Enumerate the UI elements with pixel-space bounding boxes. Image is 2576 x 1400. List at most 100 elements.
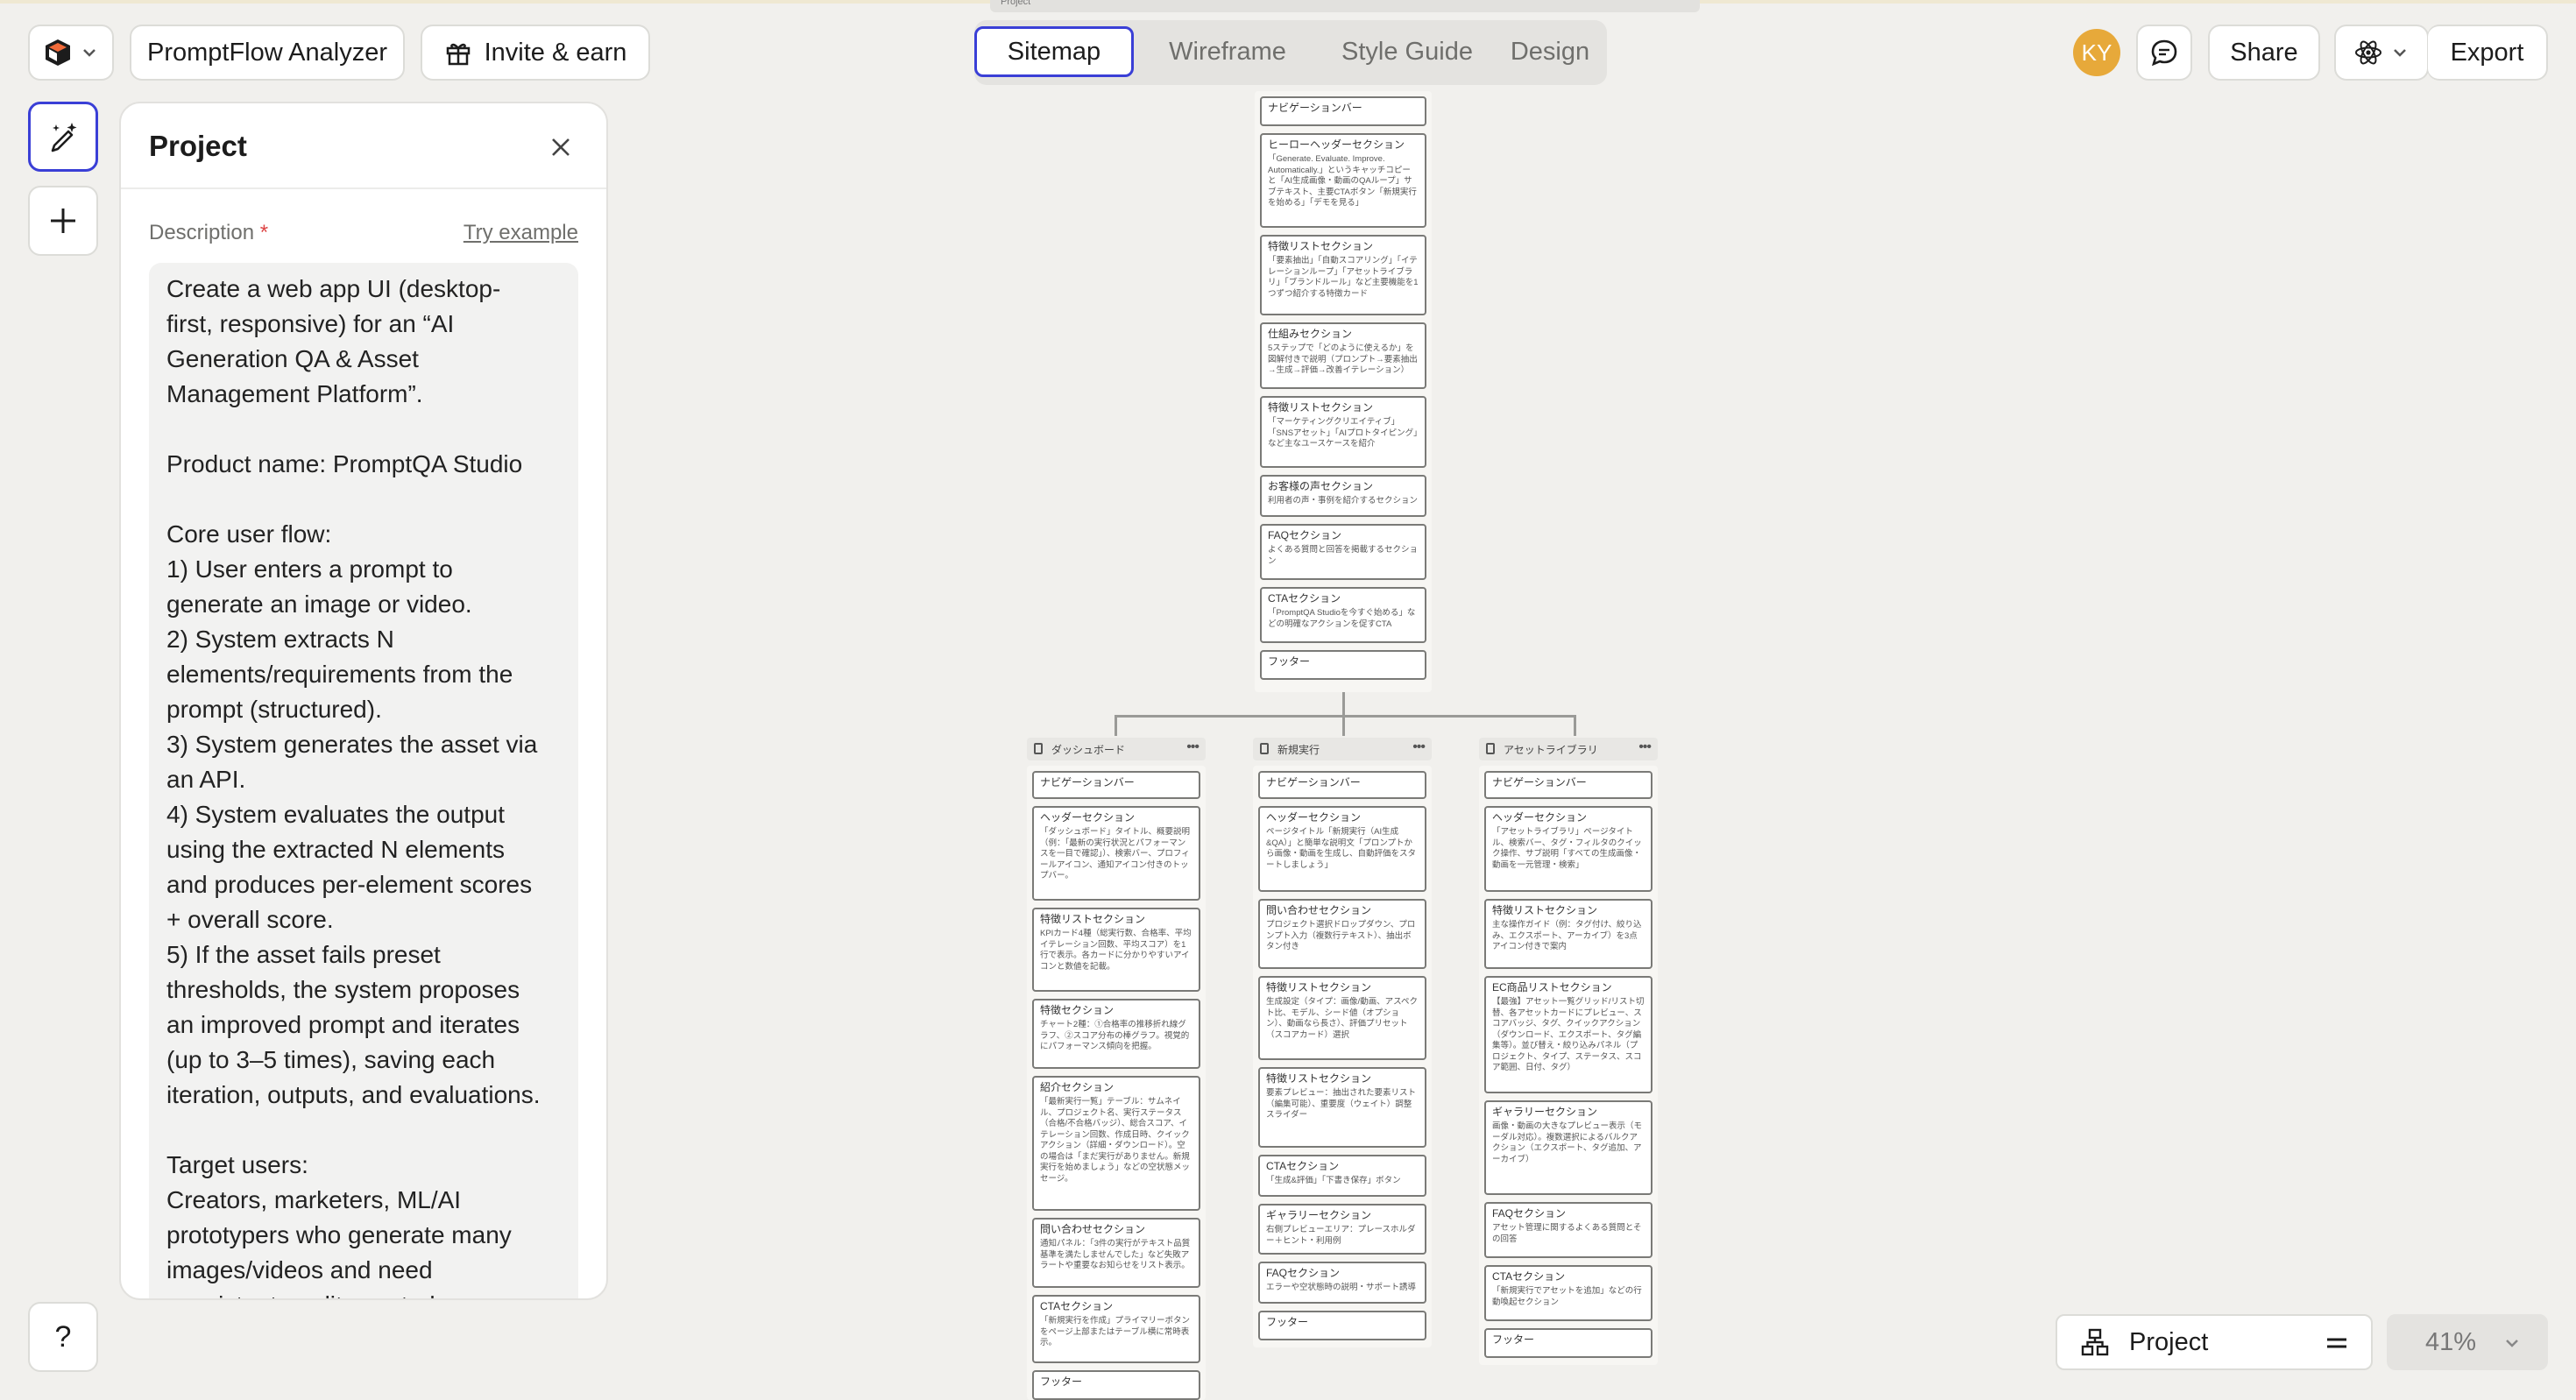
section-description: よくある質問と回答を掲載するセクション xyxy=(1268,545,1419,566)
required-mark: * xyxy=(259,221,269,244)
project-name-button[interactable]: PromptFlow Analyzer xyxy=(130,25,405,81)
section-title: ヒーローヘッダーセクション xyxy=(1268,138,1405,151)
sitemap-section-node[interactable]: 問い合わせセクション通知パネル：「3件の実行がテキスト品質基準を満たしませんでし… xyxy=(1032,1218,1200,1288)
sitemap-section-node[interactable]: ギャラリーセクション右側プレビューエリア：プレースホルダー＋ヒント・利用例 xyxy=(1258,1204,1426,1255)
section-description: エラーや空状態時の説明・サポート誘導 xyxy=(1266,1283,1417,1292)
canvas-top-label: Project xyxy=(1001,0,1031,7)
sitemap-section-node[interactable]: ヘッダーセクション 「アセットライブラリ」ページタイトル、検索バー、タグ・フィルタ… xyxy=(1484,806,1652,892)
section-title: 問い合わせセクション xyxy=(1040,1223,1146,1235)
section-description: プロジェクト選択ドロップダウン、プロンプト入力（複数行テキスト）、抽出ボタン付き xyxy=(1266,920,1416,951)
share-button[interactable]: Share xyxy=(2208,25,2320,81)
export-button[interactable]: Export xyxy=(2427,25,2548,81)
section-description: 要素プレビュー：抽出された要素リスト（編集可能）、重要度（ウェイト）調整スライダ… xyxy=(1266,1088,1417,1120)
description-textarea[interactable]: Create a web app UI (desktop-first, resp… xyxy=(149,263,578,1298)
tab-style-guide[interactable]: Style Guide xyxy=(1318,26,1497,77)
zoom-select[interactable]: 41% xyxy=(2387,1314,2548,1370)
sitemap-section-node[interactable]: 特徴リストセクション 「マーケティングクリエイティブ」「SNSアセット」「AIプロ… xyxy=(1260,396,1426,468)
sitemap-section-node[interactable]: 紹介セクション 「最新実行一覧」テーブル：サムネイル、プロジェクト名、実行ステータ… xyxy=(1032,1076,1200,1211)
tab-sitemap[interactable]: Sitemap xyxy=(974,26,1134,77)
description-line: prompt (structured). xyxy=(166,696,382,723)
sitemap-section-node[interactable]: FAQセクション エラーや空状態時の説明・サポート誘導 xyxy=(1258,1262,1426,1304)
section-title: フッター xyxy=(1266,1316,1309,1328)
sitemap-section-node[interactable]: ヘッダーセクション 「ダッシュボード」タイトル、概要説明（例：「最新の実行状況とパ… xyxy=(1032,806,1200,901)
cube-logo-icon xyxy=(46,39,70,66)
invite-earn-button[interactable]: Invite & earn xyxy=(421,25,650,81)
sitemap-section-node[interactable]: ナビゲーションバー xyxy=(1484,771,1652,799)
sitemap-section-node[interactable]: ナビゲーションバー xyxy=(1260,96,1426,126)
ai-edit-button[interactable] xyxy=(28,102,98,172)
sitemap-section-node[interactable]: FAQセクション アセット管理に関するよくある質問とその回答 xyxy=(1484,1202,1652,1258)
sitemap-section-node[interactable]: FAQセクション よくある質問と回答を掲載するセクション xyxy=(1260,524,1426,580)
sitemap-section-node[interactable]: ギャラリーセクション 画像・動画の大きなプレビュー表示（モーダル対応）。複数選択に… xyxy=(1484,1100,1652,1195)
sitemap-section-node[interactable]: フッター xyxy=(1258,1311,1426,1340)
sitemap-section-node[interactable]: ナビゲーションバー xyxy=(1258,771,1426,799)
section-title: ナビゲーションバー xyxy=(1268,102,1362,114)
section-description: 右側プレビューエリア：プレースホルダー＋ヒント・利用例 xyxy=(1266,1225,1416,1246)
more-icon[interactable]: ••• xyxy=(1186,739,1200,755)
page-header-1[interactable]: 新規実行 ••• xyxy=(1253,738,1432,760)
section-title: ギャラリーセクション xyxy=(1266,1209,1372,1221)
add-button[interactable] xyxy=(28,186,98,256)
sitemap-section-node[interactable]: 特徴セクションチャート2種：①合格率の推移折れ線グラフ、②スコア分布の棒グラフ。… xyxy=(1032,999,1200,1069)
section-description: 「生成&評価」「下書き保存」ボタン xyxy=(1266,1176,1401,1185)
invite-earn-label: Invite & earn xyxy=(484,38,627,67)
description-line: + overall score. xyxy=(166,906,334,933)
section-description: 画像・動画の大きなプレビュー表示（モーダル対応）。複数選択によるバルクアクション… xyxy=(1492,1121,1643,1164)
section-title: 特徴セクション xyxy=(1040,1004,1115,1016)
app-menu-button[interactable] xyxy=(28,25,114,81)
close-icon xyxy=(552,138,570,156)
more-icon[interactable]: ••• xyxy=(1412,739,1426,755)
section-description: チャート2種：①合格率の推移折れ線グラフ、②スコア分布の棒グラフ。視覚的にパフォ… xyxy=(1040,1020,1190,1051)
sitemap-section-node[interactable]: CTAセクション 「PromptQA Studioを今すぐ始める」などの明確なアク… xyxy=(1260,587,1426,643)
section-description: 「新規実行でアセットを追加」などの行動喚起セクション xyxy=(1492,1286,1642,1307)
avatar[interactable]: KY xyxy=(2073,29,2120,76)
help-label: ? xyxy=(54,1319,72,1354)
description-line: Generation QA & Asset xyxy=(166,345,419,372)
sitemap-section-node[interactable]: EC商品リストセクション 【最強】アセット一覧グリッド/リスト切替、各アセットカー… xyxy=(1484,976,1652,1093)
help-button[interactable]: ? xyxy=(28,1302,98,1372)
section-description: 通知パネル：「3件の実行がテキスト品質基準を満たしませんでした」など失敗アラート… xyxy=(1040,1239,1191,1270)
sitemap-section-node[interactable]: フッター xyxy=(1484,1328,1652,1358)
page-header-0[interactable]: ダッシュボード ••• xyxy=(1027,738,1206,760)
tab-design[interactable]: Design xyxy=(1498,26,1602,77)
sitemap-section-node[interactable]: フッター xyxy=(1260,650,1426,680)
sitemap-section-node[interactable]: ヒーローヘッダーセクション 「Generate. Evaluate. Improv… xyxy=(1260,133,1426,228)
description-line: Core user flow: xyxy=(166,520,332,548)
description-line xyxy=(166,412,561,447)
description-line: Product name: PromptQA Studio xyxy=(166,450,523,477)
share-label: Share xyxy=(2230,38,2298,67)
page-header-2[interactable]: アセットライブラリ ••• xyxy=(1479,738,1658,760)
sitemap-section-node[interactable]: 問い合わせセクション プロジェクト選択ドロップダウン、プロンプト入力（複数行テキス… xyxy=(1258,899,1426,969)
connector-line xyxy=(1115,715,1575,718)
framework-select-button[interactable] xyxy=(2334,25,2429,81)
sitemap-section-node[interactable]: CTAセクション 「新規実行を作成」プライマリーボタンをページ上部またはテーブル横… xyxy=(1032,1295,1200,1363)
section-title: ナビゲーションバー xyxy=(1040,776,1135,788)
page-column: ナビゲーションバーヘッダーセクション 「ダッシュボード」タイトル、概要説明（例：「… xyxy=(1027,766,1206,1400)
section-title: 特徴リストセクション xyxy=(1268,401,1374,414)
tab-label: Design xyxy=(1510,37,1590,66)
sitemap-section-node[interactable]: CTAセクション 「新規実行でアセットを追加」などの行動喚起セクション xyxy=(1484,1265,1652,1321)
sitemap-section-node[interactable]: ナビゲーションバー xyxy=(1032,771,1200,799)
sitemap-section-node[interactable]: 特徴リストセクション 「要素抽出」「自動スコアリング」「イテレーションループ」「ア… xyxy=(1260,235,1426,315)
react-atom-icon xyxy=(2355,40,2381,65)
project-view-toggle[interactable]: Project xyxy=(2056,1314,2373,1370)
section-title: フッター xyxy=(1268,655,1311,668)
description-line: generate an image or video. xyxy=(166,590,472,618)
comments-button[interactable] xyxy=(2136,25,2192,81)
sitemap-section-node[interactable]: ヘッダーセクション ページタイトル「新規実行（AI生成&QA）」と簡単な説明文「プ… xyxy=(1258,806,1426,892)
sitemap-section-node[interactable]: 特徴リストセクション KPIカード4種（総実行数、合格率、平均イテレーション回数、… xyxy=(1032,908,1200,992)
sitemap-section-node[interactable]: 特徴リストセクション 生成設定（タイプ：画像/動画、アスペクト比、モデル、シード値… xyxy=(1258,976,1426,1060)
sitemap-section-node[interactable]: 特徴リストセクション 主な操作ガイド（例：タグ付け、絞り込み、エクスポート、アーカ… xyxy=(1484,899,1652,969)
description-line: Creators, marketers, ML/AI xyxy=(166,1186,462,1213)
sitemap-section-node[interactable]: 特徴リストセクション 要素プレビュー：抽出された要素リスト（編集可能）、重要度（ウ… xyxy=(1258,1067,1426,1148)
sitemap-section-node[interactable]: 仕組みセクション 5ステップで「どのように使えるか」を図解付きで説明（プロンプト→… xyxy=(1260,322,1426,389)
sitemap-section-node[interactable]: CTAセクション 「生成&評価」「下書き保存」ボタン xyxy=(1258,1155,1426,1197)
close-panel-button[interactable] xyxy=(543,130,578,165)
section-title: フッター xyxy=(1040,1375,1083,1388)
tab-wireframe[interactable]: Wireframe xyxy=(1141,26,1314,77)
project-name-label: PromptFlow Analyzer xyxy=(147,38,387,67)
sitemap-section-node[interactable]: フッター xyxy=(1032,1370,1200,1400)
more-icon[interactable]: ••• xyxy=(1638,739,1652,755)
sitemap-section-node[interactable]: お客様の声セクション 利用者の声・事例を紹介するセクション xyxy=(1260,475,1426,517)
try-example-link[interactable]: Try example xyxy=(464,221,578,245)
